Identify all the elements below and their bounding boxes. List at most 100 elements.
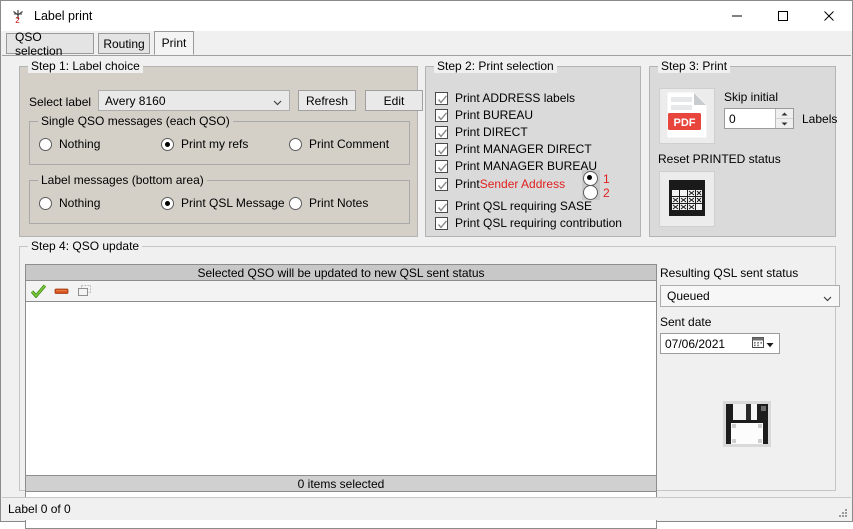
- status-bar-text: Label 0 of 0: [8, 502, 71, 516]
- sent-date-value: 07/06/2021: [665, 336, 726, 351]
- minimize-button[interactable]: [714, 1, 760, 31]
- svg-text:PDF: PDF: [674, 117, 696, 129]
- skip-initial-stepper[interactable]: 0: [724, 108, 794, 129]
- single-qso-messages-title: Single QSO messages (each QSO): [38, 114, 233, 128]
- single-qso-messages-group: Single QSO messages (each QSO) Nothing P…: [29, 114, 410, 165]
- radio-label: Nothing: [59, 137, 101, 151]
- sent-date-field[interactable]: 07/06/2021: [660, 333, 780, 354]
- pdf-print-button[interactable]: PDF: [659, 88, 715, 144]
- qso-list-body[interactable]: [25, 301, 657, 529]
- checkbox-box: [435, 199, 448, 213]
- calendar-icon: [752, 336, 764, 351]
- step1-group: Step 1: Label choice Select label Avery …: [19, 59, 423, 237]
- maximize-button[interactable]: [760, 1, 806, 31]
- labels-label: Labels: [802, 112, 838, 126]
- checkbox-print-manager-bureau[interactable]: Print MANAGER BUREAU: [435, 159, 597, 173]
- radio-label: Nothing: [59, 196, 101, 210]
- checkbox-print-address-labels[interactable]: Print ADDRESS labels: [435, 91, 575, 105]
- close-button[interactable]: [806, 1, 852, 31]
- radio-sender-copies-2[interactable]: 2: [583, 185, 610, 200]
- resulting-qsl-sent-status-combo[interactable]: Queued: [660, 285, 840, 307]
- skip-initial-label: Skip initial: [724, 90, 779, 104]
- resulting-qsl-sent-status-label: Resulting QSL sent status: [660, 266, 799, 280]
- tab-print[interactable]: Print: [154, 31, 194, 55]
- chevron-down-icon: [823, 292, 832, 301]
- radio-labelmsg-print-qsl-message[interactable]: Print QSL Message: [161, 196, 285, 210]
- tab-routing[interactable]: Routing: [98, 33, 150, 54]
- qso-list-footer: 0 items selected: [25, 475, 657, 492]
- tab-label: Print: [161, 36, 187, 50]
- svg-text:2: 2: [15, 16, 20, 24]
- uncheck-all-icon[interactable]: [54, 284, 69, 298]
- status-bar: Label 0 of 0: [2, 497, 851, 520]
- label-combo-value: Avery 8160: [105, 93, 166, 108]
- items-selected-label: 0 items selected: [297, 476, 385, 491]
- checkbox-print-qsl-requiring-contribution[interactable]: Print QSL requiring contribution: [435, 216, 622, 230]
- radio-single-print-comment[interactable]: Print Comment: [289, 137, 389, 151]
- step4-title: Step 4: QSO update: [28, 239, 143, 253]
- stepper-buttons: [775, 109, 793, 128]
- title-bar: 2 Label print: [1, 1, 852, 31]
- tab-label: Routing: [103, 36, 145, 51]
- copy-icon[interactable]: [77, 284, 92, 298]
- radio-single-print-my-refs[interactable]: Print my refs: [161, 137, 248, 151]
- checkbox-box: [435, 125, 448, 139]
- radio-label: 2: [603, 185, 610, 200]
- reset-printed-status-label: Reset PRINTED status: [658, 152, 781, 166]
- radio-labelmsg-nothing[interactable]: Nothing: [39, 196, 100, 210]
- checkbox-print-qsl-requiring-sase[interactable]: Print QSL requiring SASE: [435, 199, 592, 213]
- radio-sender-copies-1[interactable]: 1: [583, 171, 610, 186]
- antenna-icon: 2: [10, 8, 26, 25]
- checkbox-print-direct[interactable]: Print DIRECT: [435, 125, 528, 139]
- window-controls: [714, 1, 852, 31]
- radio-dot: [39, 196, 52, 210]
- radio-label: Print Notes: [309, 196, 369, 210]
- checkbox-label: Print QSL requiring contribution: [455, 216, 622, 230]
- step3-group: Step 3: Print PDF Skip initial 0 Labels …: [649, 59, 838, 237]
- tab-label: QSO selection: [15, 29, 63, 58]
- radio-label: Print Comment: [309, 137, 390, 151]
- check-all-icon[interactable]: [31, 284, 46, 298]
- chevron-down-icon: [766, 337, 774, 351]
- checkbox-label: Print ADDRESS labels: [455, 91, 576, 105]
- tab-strip: QSO selection Routing Print: [1, 30, 852, 58]
- checkbox-print-manager-direct[interactable]: Print MANAGER DIRECT: [435, 142, 592, 156]
- stepper-up-button[interactable]: [776, 109, 793, 119]
- save-button[interactable]: [715, 396, 779, 454]
- radio-label: Print my refs: [181, 137, 249, 151]
- label-print-window: 2 Label print QSO selection Routing Prin…: [0, 0, 853, 529]
- radio-dot: [161, 196, 174, 210]
- sender-address-text: Sender Address: [479, 177, 566, 191]
- qso-list-toolbar: [25, 281, 657, 301]
- checkbox-print-bureau[interactable]: Print BUREAU: [435, 108, 533, 122]
- edit-button[interactable]: Edit: [365, 90, 423, 111]
- radio-labelmsg-print-notes[interactable]: Print Notes: [289, 196, 368, 210]
- qso-list-header: Selected QSO will be updated to new QSL …: [25, 264, 657, 281]
- radio-dot: [39, 137, 52, 151]
- calendar-dropdown-button[interactable]: [752, 336, 774, 351]
- checkbox-box: [435, 142, 448, 156]
- radio-dot: [583, 185, 598, 200]
- label-combo[interactable]: Avery 8160: [98, 90, 290, 111]
- checkbox-box: [435, 108, 448, 122]
- floppy-disk-icon: [721, 399, 773, 452]
- resize-grip[interactable]: [836, 506, 848, 518]
- checkbox-label: Print MANAGER DIRECT: [455, 142, 592, 156]
- stepper-down-button[interactable]: [776, 119, 793, 128]
- checkbox-print-sender-address[interactable]: Print Sender Address: [435, 177, 565, 191]
- checkbox-box: [435, 159, 448, 173]
- reset-printed-status-button[interactable]: [659, 171, 715, 227]
- step2-group: Step 2: Print selection Print ADDRESS la…: [425, 59, 641, 237]
- checkbox-label: Print QSL requiring SASE: [455, 199, 592, 213]
- label-messages-group: Label messages (bottom area) Nothing Pri…: [29, 173, 410, 224]
- radio-dot: [289, 196, 302, 210]
- calendar-grid-icon: [667, 178, 707, 221]
- tab-qso-selection[interactable]: QSO selection: [6, 30, 94, 58]
- checkbox-label: Print MANAGER BUREAU: [455, 159, 598, 173]
- refresh-button[interactable]: Refresh: [298, 90, 356, 111]
- radio-label: Print QSL Message: [181, 196, 285, 210]
- step2-title: Step 2: Print selection: [434, 59, 557, 73]
- sent-date-label: Sent date: [660, 315, 712, 329]
- radio-single-nothing[interactable]: Nothing: [39, 137, 100, 151]
- refresh-button-label: Refresh: [305, 93, 349, 108]
